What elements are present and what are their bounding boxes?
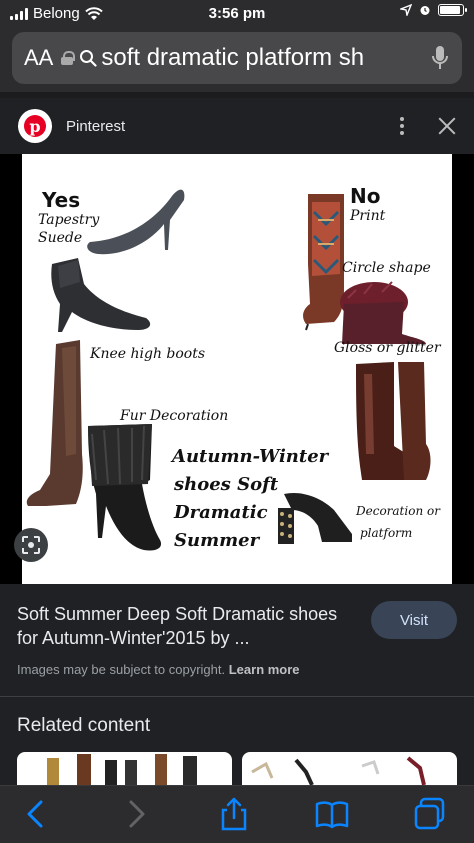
related-title: Related content: [17, 715, 151, 736]
source-header: p Pinterest: [0, 98, 474, 154]
label-print: Print: [350, 208, 386, 224]
text-size-button[interactable]: AA: [24, 45, 53, 71]
location-arrow-icon: [400, 4, 412, 16]
address-area: AA soft dramatic platform sh: [0, 28, 474, 92]
image-title-line-3: Dramatic: [174, 502, 268, 523]
label-gloss-or-glitter: Gloss or glitter: [334, 340, 441, 356]
image-title-line-1: Autumn-Winter: [172, 446, 329, 467]
pinterest-logo-letter: p: [24, 115, 46, 137]
result-image[interactable]: Yes Tapestry Suede No Print Circle shape…: [22, 154, 452, 584]
label-fur-decoration: Fur Decoration: [120, 408, 229, 424]
label-no: No: [350, 184, 381, 208]
copyright-notice: Images may be subject to copyright. Lear…: [17, 662, 300, 677]
boots-thumbnail-image: [47, 754, 197, 785]
url-text[interactable]: soft dramatic platform sh: [101, 44, 422, 72]
image-title-line-2: shoes Soft: [174, 474, 279, 495]
result-title[interactable]: Soft Summer Deep Soft Dramatic shoes for…: [17, 602, 357, 650]
more-options-icon[interactable]: [392, 114, 412, 138]
microphone-icon[interactable]: [430, 44, 450, 72]
bookmarks-icon[interactable]: [314, 796, 350, 832]
label-knee-high-boots: Knee high boots: [90, 346, 206, 362]
bottom-toolbar: [0, 785, 474, 843]
brown-knee-high-boot: [26, 340, 83, 506]
forward-icon[interactable]: [118, 796, 154, 832]
label-suede: Suede: [38, 230, 83, 246]
grey-suede-pump: [87, 189, 185, 255]
label-yes: Yes: [42, 188, 81, 212]
lens-search-button[interactable]: [14, 528, 48, 562]
lens-icon: [22, 536, 40, 554]
share-icon[interactable]: [216, 796, 252, 832]
back-icon[interactable]: [18, 796, 54, 832]
tabs-icon[interactable]: [412, 796, 448, 832]
platform-heel: [278, 492, 352, 544]
search-icon: [80, 50, 97, 67]
image-title-line-4: Summer: [174, 530, 260, 551]
label-decoration-or: Decoration or: [356, 504, 440, 518]
tapestry-boot: [303, 194, 344, 331]
address-bar[interactable]: AA soft dramatic platform sh: [12, 32, 462, 84]
status-bar: Belong 3:56 pm: [0, 0, 474, 28]
copyright-text: Images may be subject to copyright.: [17, 662, 226, 677]
gloss-rain-boot: [356, 362, 431, 480]
visit-button[interactable]: Visit: [371, 601, 457, 639]
pinterest-logo: p: [18, 109, 52, 143]
alarm-icon: [420, 6, 430, 15]
close-icon[interactable]: [438, 117, 456, 135]
label-tapestry: Tapestry: [38, 212, 100, 228]
label-circle-shape: Circle shape: [342, 260, 431, 276]
fur-ankle-boot: [340, 281, 426, 344]
sandals-thumbnail-image: [251, 756, 426, 785]
lock-icon: [61, 51, 76, 65]
learn-more-link[interactable]: Learn more: [229, 662, 300, 677]
label-platform: platform: [360, 526, 413, 540]
image-viewer: Yes Tapestry Suede No Print Circle shape…: [0, 154, 474, 584]
source-name[interactable]: Pinterest: [66, 118, 392, 135]
related-thumbnail-1[interactable]: [17, 752, 232, 785]
related-content: Related content: [0, 697, 474, 785]
related-thumbnail-2[interactable]: [242, 752, 457, 785]
fur-boot: [88, 424, 162, 551]
result-info: Soft Summer Deep Soft Dramatic shoes for…: [0, 584, 474, 696]
black-ankle-boot: [51, 258, 151, 332]
battery-icon: [438, 4, 467, 16]
